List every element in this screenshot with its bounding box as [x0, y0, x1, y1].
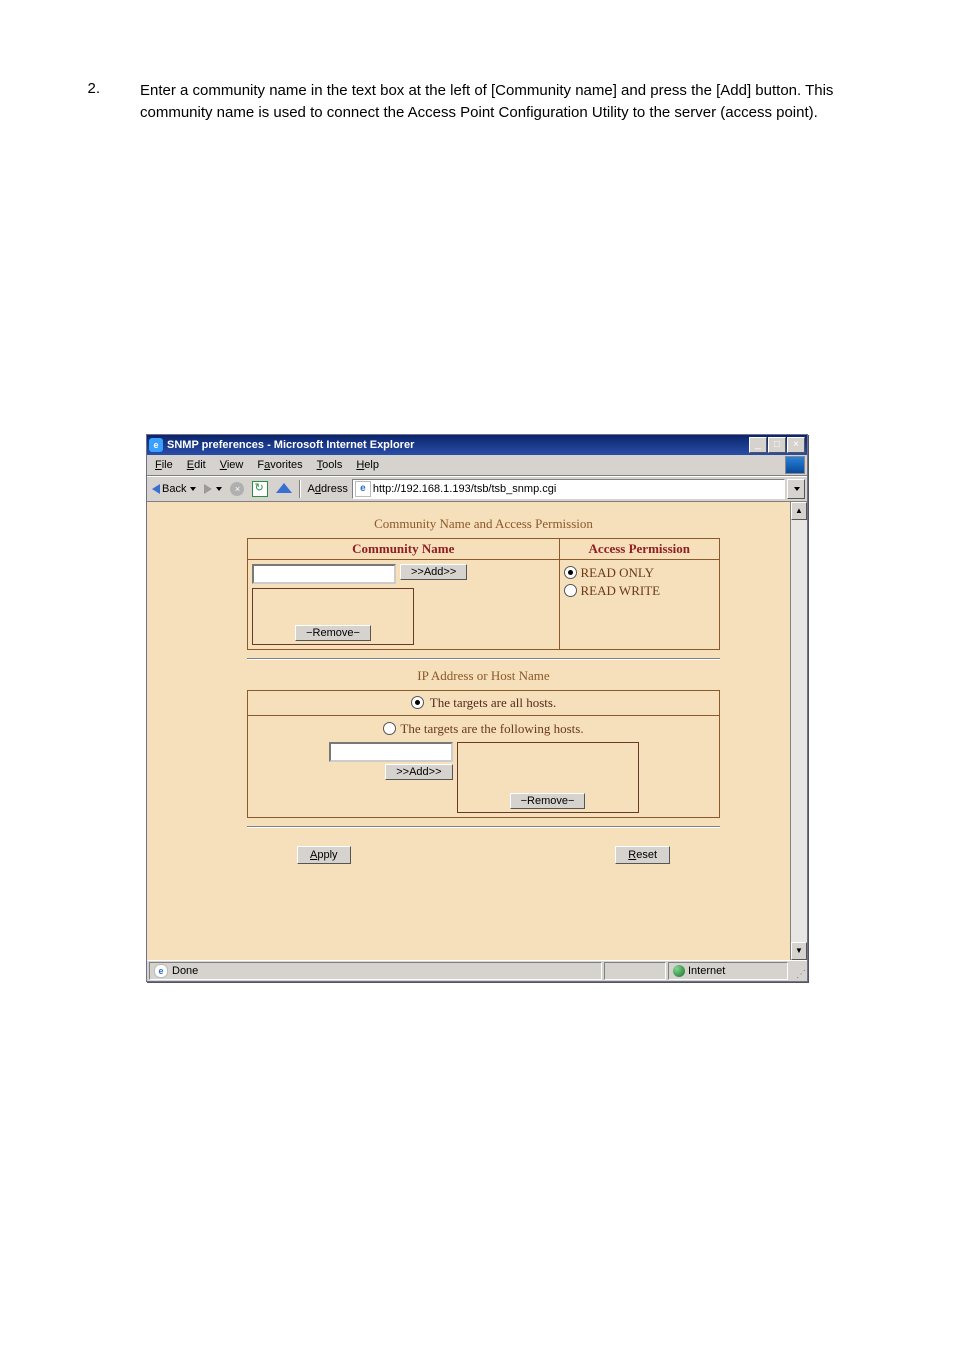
home-icon — [276, 483, 292, 493]
radio-following-hosts[interactable]: The targets are the following hosts. — [383, 720, 583, 738]
close-button[interactable]: × — [787, 437, 805, 453]
dropdown-icon — [216, 487, 222, 491]
scroll-down-button[interactable]: ▼ — [791, 942, 807, 960]
status-zone: Internet — [668, 962, 788, 980]
minimize-button[interactable]: _ — [749, 437, 767, 453]
dropdown-icon — [794, 487, 800, 491]
status-zone-label: Internet — [688, 965, 725, 977]
status-text: Done — [172, 965, 198, 977]
radio-all-hosts-label: The targets are all hosts. — [430, 695, 556, 711]
status-bar: e Done Internet ⋰ — [147, 960, 807, 981]
radio-read-only[interactable]: READ ONLY — [564, 564, 715, 582]
community-add-button[interactable]: >>Add>> — [400, 564, 467, 580]
radio-icon — [564, 584, 577, 597]
ie-throbber-icon — [785, 456, 805, 474]
radio-following-hosts-label: The targets are the following hosts. — [400, 721, 583, 737]
menu-tools[interactable]: Tools — [311, 458, 349, 472]
back-label: Back — [162, 483, 186, 495]
separator — [247, 826, 720, 828]
internet-zone-icon — [673, 965, 685, 977]
stop-icon: × — [230, 482, 244, 496]
radio-icon — [383, 722, 396, 735]
section-community-title: Community Name and Access Permission — [247, 516, 720, 532]
menu-file[interactable]: File — [149, 458, 179, 472]
community-remove-button[interactable]: −Remove− — [295, 625, 371, 641]
reset-button[interactable]: Reset — [615, 846, 670, 864]
window-title: SNMP preferences - Microsoft Internet Ex… — [167, 439, 745, 451]
forward-button[interactable] — [201, 483, 225, 495]
radio-read-write-label: READ WRITE — [581, 583, 661, 599]
stop-button[interactable]: × — [227, 481, 247, 497]
address-bar[interactable]: e http://192.168.1.193/tsb/tsb_snmp.cgi — [352, 479, 785, 499]
host-listbox[interactable]: −Remove− — [457, 742, 639, 813]
forward-arrow-icon — [204, 484, 212, 494]
address-url: http://192.168.1.193/tsb/tsb_snmp.cgi — [373, 483, 556, 495]
menu-view[interactable]: View — [214, 458, 250, 472]
instruction-text: Enter a community name in the text box a… — [140, 80, 894, 124]
status-segment — [604, 962, 666, 980]
col-access-permission: Access Permission — [559, 538, 719, 559]
instruction-number: 2. — [60, 80, 100, 124]
radio-read-only-label: READ ONLY — [581, 565, 654, 581]
page-favicon-icon: e — [355, 481, 371, 497]
maximize-button[interactable]: □ — [768, 437, 786, 453]
ie-window: e SNMP preferences - Microsoft Internet … — [146, 434, 808, 982]
back-arrow-icon — [152, 484, 160, 494]
community-listbox[interactable]: −Remove− — [252, 588, 414, 645]
section-hosts-title: IP Address or Host Name — [247, 668, 720, 684]
scroll-track[interactable] — [791, 520, 807, 942]
address-label: Address — [305, 483, 349, 495]
refresh-button[interactable] — [249, 480, 271, 498]
radio-read-write[interactable]: READ WRITE — [564, 582, 715, 600]
refresh-icon — [252, 481, 268, 497]
hosts-table: The targets are all hosts. The targets a… — [247, 690, 720, 818]
host-remove-button[interactable]: −Remove− — [510, 793, 586, 809]
address-dropdown-button[interactable] — [787, 479, 805, 499]
page-content: Community Name and Access Permission Com… — [147, 502, 790, 960]
menu-edit[interactable]: Edit — [181, 458, 212, 472]
radio-icon — [411, 696, 424, 709]
community-table: Community Name Access Permission >>Add>>… — [247, 538, 720, 650]
vertical-scrollbar[interactable]: ▲ ▼ — [790, 502, 807, 960]
radio-all-hosts[interactable]: The targets are all hosts. — [247, 690, 720, 715]
scroll-up-button[interactable]: ▲ — [791, 502, 807, 520]
menu-bar: File Edit View Favorites Tools Help — [147, 455, 807, 476]
col-community-name: Community Name — [248, 538, 560, 559]
instruction-row: 2. Enter a community name in the text bo… — [60, 80, 894, 124]
back-button[interactable]: Back — [149, 482, 199, 496]
host-add-button[interactable]: >>Add>> — [385, 764, 452, 780]
status-page-icon: e — [154, 964, 168, 978]
dropdown-icon — [190, 487, 196, 491]
host-input[interactable] — [329, 742, 453, 762]
menu-favorites[interactable]: Favorites — [251, 458, 308, 472]
resize-grip-icon[interactable]: ⋰ — [790, 962, 805, 979]
community-name-input[interactable] — [252, 564, 396, 584]
toolbar: Back × Address e http://192.168.1.193/ts… — [147, 476, 807, 502]
menu-help[interactable]: Help — [350, 458, 385, 472]
separator — [247, 658, 720, 660]
title-bar: e SNMP preferences - Microsoft Internet … — [147, 435, 807, 455]
radio-icon — [564, 566, 577, 579]
toolbar-separator — [299, 480, 301, 498]
screenshot-wrapper: e SNMP preferences - Microsoft Internet … — [60, 434, 894, 982]
home-button[interactable] — [273, 483, 295, 495]
apply-button[interactable]: Apply — [297, 846, 351, 864]
ie-logo-icon: e — [149, 438, 163, 452]
